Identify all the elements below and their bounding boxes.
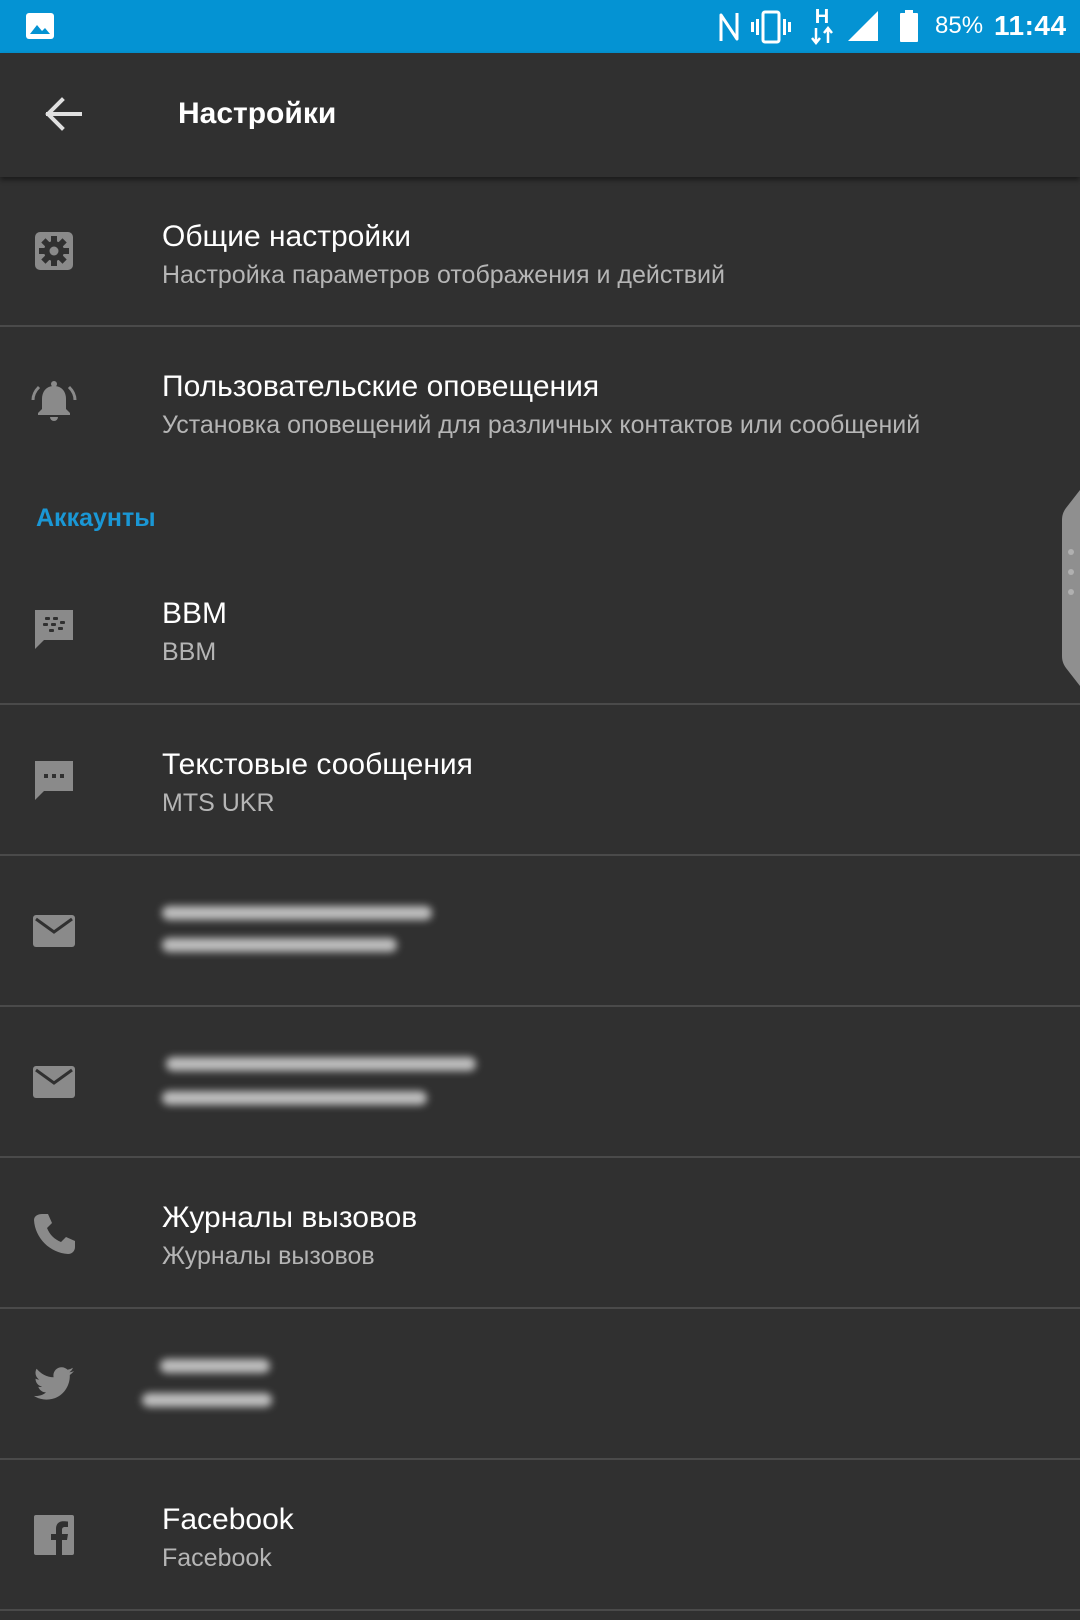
sms-icon <box>35 760 73 800</box>
nfc-icon <box>719 13 739 41</box>
account-item-bbm[interactable]: BBM BBM <box>0 554 1080 705</box>
item-subtitle: Facebook <box>162 1544 272 1572</box>
item-subtitle: Установка оповещений для различных конта… <box>162 411 921 439</box>
settings-list: Общие настройки Настройка параметров ото… <box>0 177 1080 1611</box>
item-subtitle: Настройка параметров отображения и дейст… <box>162 261 725 289</box>
bell-ringing-icon <box>31 381 77 421</box>
custom-notifications-item[interactable]: Пользовательские оповещения Установка оп… <box>0 327 1080 477</box>
svg-text:H: H <box>815 6 829 28</box>
item-subtitle: Журналы вызовов <box>162 1242 375 1270</box>
account-item-email[interactable] <box>0 856 1080 1007</box>
screen: H 85% 11:44 Настройки Общие настройки На… <box>0 0 1080 1620</box>
network-h-icon: H <box>811 6 833 46</box>
clock: 11:44 <box>994 10 1067 41</box>
item-title: Журналы вызовов <box>162 1201 418 1234</box>
twitter-icon <box>33 1366 74 1400</box>
phone-icon <box>34 1213 75 1254</box>
item-title: Текстовые сообщения <box>162 748 473 781</box>
account-item-twitter[interactable] <box>0 1309 1080 1460</box>
account-item-facebook[interactable]: Facebook Facebook <box>0 1460 1080 1611</box>
page-title: Настройки <box>178 97 337 130</box>
call-logs-text: Журналы вызовов Журналы вызовов <box>162 1200 1040 1272</box>
signal-icon <box>848 11 878 41</box>
facebook-icon <box>34 1514 74 1555</box>
bbm-icon <box>35 609 73 649</box>
email-icon <box>33 1065 75 1098</box>
arrow-back-icon <box>45 97 82 131</box>
item-title: Facebook <box>162 1503 294 1536</box>
sms-text: Текстовые сообщения MTS UKR <box>162 747 1040 819</box>
general-settings-item[interactable]: Общие настройки Настройка параметров ото… <box>0 177 1080 327</box>
custom-notifications-text: Пользовательские оповещения Установка оп… <box>162 369 1040 441</box>
redacted-account-text <box>162 900 502 970</box>
item-subtitle: MTS UKR <box>162 789 275 817</box>
redacted-account-text <box>162 1051 502 1121</box>
redacted-account-text <box>142 1353 302 1423</box>
status-bar: H 85% 11:44 <box>0 0 1080 53</box>
accounts-section-header: Аккаунты <box>0 477 1080 554</box>
item-subtitle: BBM <box>162 638 217 666</box>
gear-icon <box>35 232 73 270</box>
facebook-text: Facebook Facebook <box>162 1502 1040 1574</box>
gallery-icon <box>26 13 54 39</box>
account-item-call-logs[interactable]: Журналы вызовов Журналы вызовов <box>0 1158 1080 1309</box>
account-item-sms[interactable]: Текстовые сообщения MTS UKR <box>0 705 1080 856</box>
general-settings-text: Общие настройки Настройка параметров ото… <box>162 219 1040 291</box>
battery-icon <box>900 10 918 42</box>
email-icon <box>33 914 75 947</box>
back-button[interactable] <box>32 83 94 145</box>
bbm-text: BBM BBM <box>162 596 1040 668</box>
item-title: BBM <box>162 597 228 630</box>
side-drawer-handle[interactable] <box>1060 490 1080 686</box>
account-item-email[interactable] <box>0 1007 1080 1158</box>
vibrate-icon <box>751 10 791 44</box>
item-title: Общие настройки <box>162 220 411 253</box>
item-title: Пользовательские оповещения <box>162 370 600 403</box>
section-title: Аккаунты <box>36 504 156 532</box>
battery-percent: 85% <box>935 12 984 39</box>
app-bar: Настройки <box>0 53 1080 177</box>
